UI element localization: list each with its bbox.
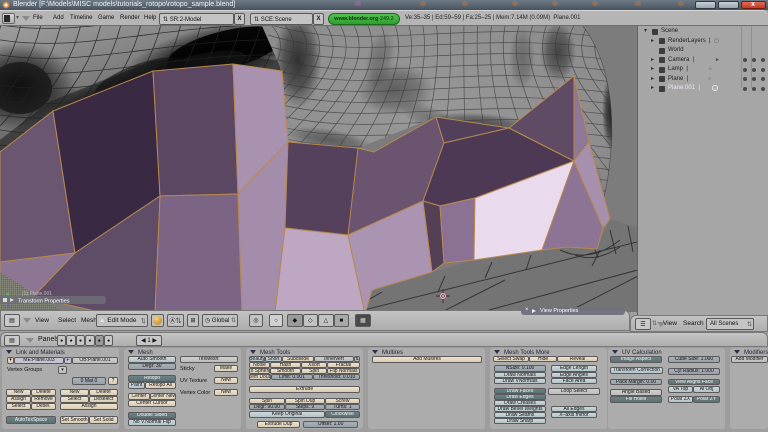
svg-text:Transform Properties: Transform Properties — [18, 299, 70, 305]
